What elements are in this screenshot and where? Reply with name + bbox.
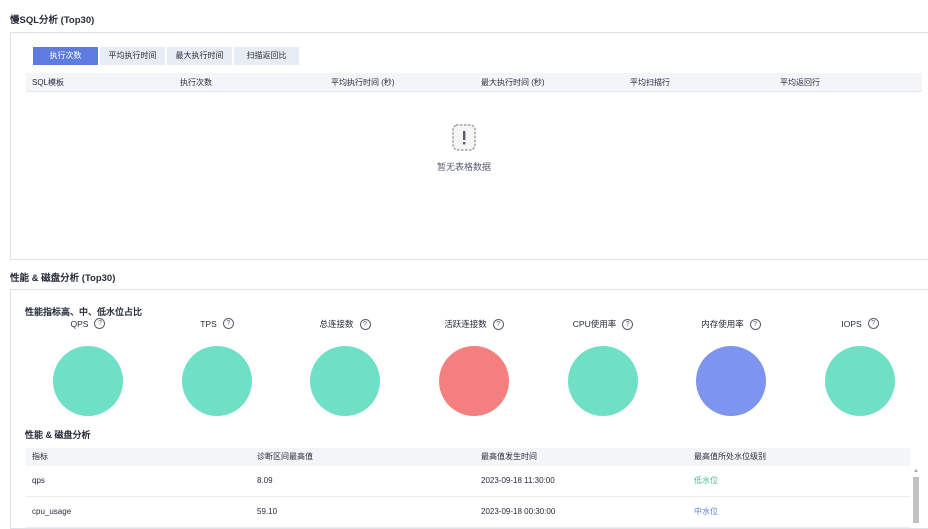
col-max-exec-time[interactable]: 最大执行时间 (秒)	[481, 77, 545, 88]
metric-label: IOPS	[841, 318, 862, 329]
help-icon[interactable]: ?	[749, 318, 761, 330]
circle-iops[interactable]	[825, 346, 895, 416]
perf-title: 性能 & 磁盘分析 (Top30)	[10, 273, 116, 284]
cell-max-value: 8.09	[257, 476, 273, 485]
metric-label: 总连接数	[319, 319, 354, 329]
cell-metric: qps	[32, 476, 45, 485]
tab-scan-return-ratio[interactable]: 扫描返回比	[234, 47, 299, 65]
table-scrollbar[interactable]: ▲	[912, 466, 920, 523]
help-icon[interactable]: ?	[94, 318, 106, 330]
table-row[interactable]: qps 8.09 2023-09-18 11:30:00 低水位	[26, 466, 910, 497]
col-avg-exec-time[interactable]: 平均执行时间 (秒)	[331, 77, 395, 88]
col-max-value[interactable]: 诊断区间最高值	[257, 448, 313, 466]
col-metric[interactable]: 指标	[32, 448, 48, 466]
metric-label: CPU使用率	[572, 319, 617, 329]
help-icon[interactable]: ?	[222, 318, 234, 330]
circle-memory-usage[interactable]	[696, 346, 766, 416]
slow-sql-table-header: SQL模板 执行次数 平均执行时间 (秒) 最大执行时间 (秒) 平均扫描行 平…	[26, 73, 922, 92]
tab-exec-count[interactable]: 执行次数	[33, 47, 98, 65]
metric-tps: TPS?	[157, 318, 277, 330]
col-sql-template[interactable]: SQL模板	[32, 77, 64, 88]
perf-table-header: 指标 诊断区间最高值 最高值发生时间 最高值所处水位级别	[26, 448, 910, 466]
help-icon[interactable]: ?	[492, 318, 504, 330]
col-water-level[interactable]: 最高值所处水位级别	[694, 448, 766, 466]
metric-iops: IOPS?	[800, 318, 920, 330]
scroll-up-icon[interactable]: ▲	[913, 468, 919, 474]
empty-text: 暂无表格数据	[436, 162, 491, 172]
table-row[interactable]: cpu_usage 59.10 2023-09-18 00:30:00 中水位	[26, 497, 910, 528]
circle-total-connections[interactable]	[310, 346, 380, 416]
slow-sql-tabs: 执行次数 平均执行时间 最大执行时间 扫描返回比	[33, 47, 299, 65]
col-avg-scan-rows[interactable]: 平均扫描行	[630, 77, 670, 88]
metric-total-connections: 总连接数?	[285, 318, 405, 330]
col-avg-return-rows[interactable]: 平均返回行	[780, 77, 820, 88]
circle-active-connections[interactable]	[439, 346, 509, 416]
help-icon[interactable]: ?	[867, 318, 879, 330]
col-exec-count[interactable]: 执行次数	[180, 77, 212, 88]
cell-water-level: 低水位	[694, 476, 718, 485]
metric-label: TPS	[200, 318, 217, 329]
scroll-thumb[interactable]	[913, 477, 919, 523]
ratio-title: 性能指标高、中、低水位占比	[25, 307, 143, 317]
metric-qps: QPS?	[28, 318, 148, 330]
slow-sql-title: 慢SQL分析 (Top30)	[10, 15, 95, 26]
metric-label: QPS	[70, 318, 89, 329]
tab-max-exec-time[interactable]: 最大执行时间	[167, 47, 232, 65]
circle-qps[interactable]	[53, 346, 123, 416]
metric-memory-usage: 内存使用率?	[671, 318, 791, 330]
metric-label: 内存使用率	[701, 319, 744, 329]
empty-data-icon	[452, 124, 476, 151]
metric-active-connections: 活跃连接数?	[414, 318, 534, 330]
tab-avg-exec-time[interactable]: 平均执行时间	[100, 47, 165, 65]
circle-cpu-usage[interactable]	[568, 346, 638, 416]
metric-label: 活跃连接数	[444, 319, 487, 329]
cell-max-time: 2023-09-18 11:30:00	[481, 476, 555, 485]
metric-cpu-usage: CPU使用率?	[543, 318, 663, 330]
col-max-time[interactable]: 最高值发生时间	[481, 448, 537, 466]
circle-tps[interactable]	[182, 346, 252, 416]
perf-table-title: 性能 & 磁盘分析	[25, 430, 91, 440]
help-icon[interactable]: ?	[359, 318, 371, 330]
empty-state: 暂无表格数据	[0, 120, 928, 173]
help-icon[interactable]: ?	[622, 318, 634, 330]
